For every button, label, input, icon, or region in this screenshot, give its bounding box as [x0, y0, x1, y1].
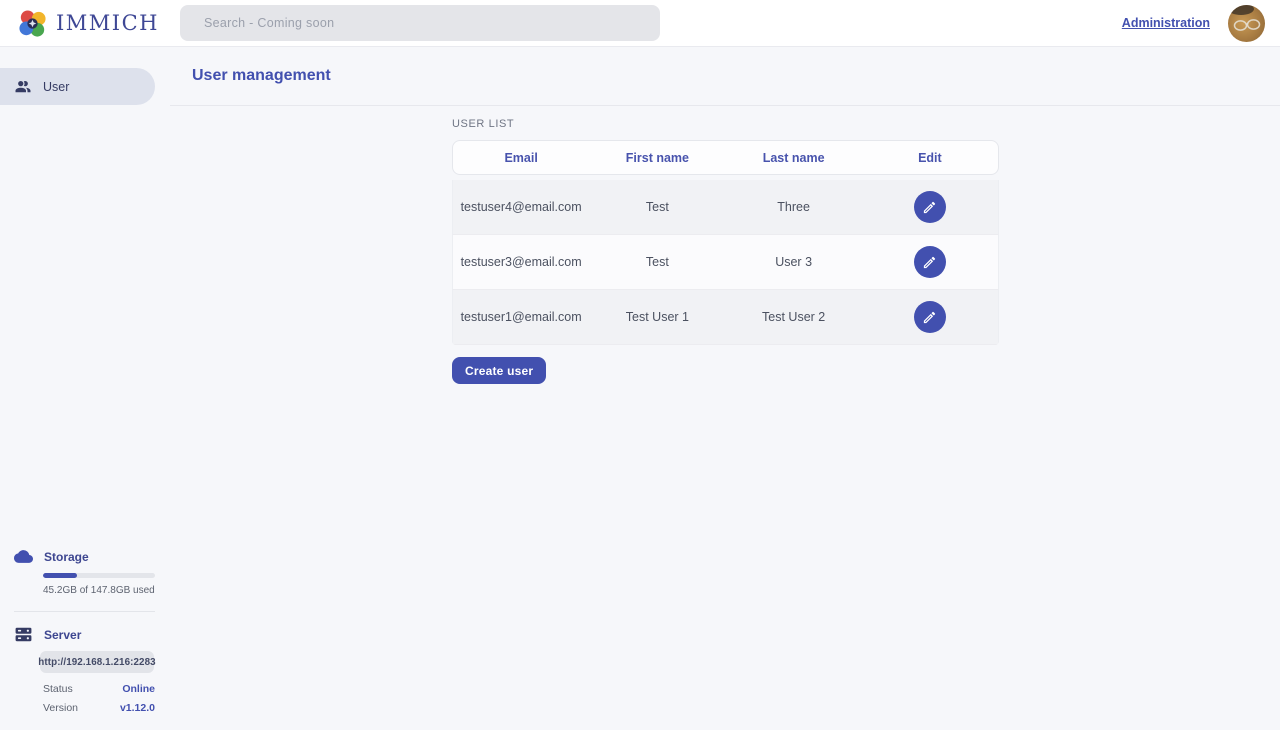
- logo-text: IMMICH: [56, 11, 159, 35]
- server-status-row: Status Online: [43, 683, 155, 695]
- section-label: USER LIST: [452, 118, 999, 130]
- pencil-icon: [922, 200, 937, 215]
- server-header: Server: [14, 625, 155, 644]
- user-last-name: Three: [726, 200, 862, 214]
- storage-panel: Storage 45.2GB of 147.8GB used: [14, 547, 155, 596]
- avatar[interactable]: [1228, 5, 1265, 42]
- server-icon: [14, 625, 33, 644]
- server-version-row: Version v1.12.0: [43, 702, 155, 714]
- title-bar: User management: [170, 47, 1280, 106]
- user-email: testuser1@email.com: [453, 310, 589, 324]
- table-row: testuser3@email.com Test User 3: [452, 235, 999, 290]
- search-input[interactable]: Search - Coming soon: [180, 5, 660, 41]
- brand: IMMICH: [0, 7, 180, 40]
- user-last-name: Test User 2: [726, 310, 862, 324]
- column-header-last-name: Last name: [726, 151, 862, 165]
- immich-admin-page: IMMICH Search - Coming soon Administrati…: [0, 0, 1280, 730]
- column-header-edit: Edit: [862, 151, 998, 165]
- main-content: User management USER LIST Email First na…: [170, 47, 1280, 730]
- server-title: Server: [44, 628, 81, 642]
- status-value: Online: [122, 683, 155, 695]
- storage-progress-fill: [43, 573, 77, 578]
- edit-cell: [862, 246, 998, 278]
- storage-header: Storage: [14, 547, 155, 566]
- server-panel: Server http://192.168.1.216:2283 Status …: [14, 625, 155, 714]
- sidebar-bottom: Storage 45.2GB of 147.8GB used: [0, 547, 170, 730]
- edit-cell: [862, 301, 998, 333]
- storage-progress-bar: [43, 573, 155, 578]
- pencil-icon: [922, 255, 937, 270]
- column-header-first-name: First name: [589, 151, 725, 165]
- edit-user-button[interactable]: [914, 191, 946, 223]
- table-body: testuser4@email.com Test Three: [452, 180, 999, 345]
- user-first-name: Test User 1: [589, 310, 725, 324]
- table-header: Email First name Last name Edit: [452, 140, 999, 175]
- sidebar-item-label: User: [43, 80, 69, 94]
- cloud-icon: [14, 547, 33, 566]
- edit-user-button[interactable]: [914, 301, 946, 333]
- user-last-name: User 3: [726, 255, 862, 269]
- user-email: testuser4@email.com: [453, 200, 589, 214]
- immich-logo-icon: [16, 7, 49, 40]
- users-icon: [14, 78, 32, 96]
- sidebar-nav: User: [0, 68, 170, 105]
- administration-link[interactable]: Administration: [1122, 16, 1210, 30]
- search-placeholder: Search - Coming soon: [204, 16, 334, 30]
- page-title: User management: [192, 67, 331, 85]
- sidebar-divider: [14, 611, 155, 612]
- user-first-name: Test: [589, 255, 725, 269]
- user-first-name: Test: [589, 200, 725, 214]
- page-body: User Storage: [0, 47, 1280, 730]
- top-bar: IMMICH Search - Coming soon Administrati…: [0, 0, 1280, 47]
- storage-title: Storage: [44, 550, 89, 564]
- version-label: Version: [43, 702, 78, 714]
- edit-user-button[interactable]: [914, 246, 946, 278]
- pencil-icon: [922, 310, 937, 325]
- table-row: testuser4@email.com Test Three: [452, 180, 999, 235]
- table-row: testuser1@email.com Test User 1 Test Use…: [452, 290, 999, 345]
- create-user-button[interactable]: Create user: [452, 357, 546, 384]
- column-header-email: Email: [453, 151, 589, 165]
- storage-usage-text: 45.2GB of 147.8GB used: [43, 585, 155, 596]
- user-table: Email First name Last name Edit testuser…: [452, 140, 999, 345]
- edit-cell: [862, 191, 998, 223]
- sidebar-spacer: [0, 105, 170, 547]
- server-url: http://192.168.1.216:2283: [40, 651, 154, 673]
- user-list-section: USER LIST Email First name Last name Edi…: [452, 118, 999, 384]
- version-value: v1.12.0: [120, 702, 155, 714]
- sidebar-item-user[interactable]: User: [0, 68, 155, 105]
- sidebar: User Storage: [0, 47, 170, 730]
- status-label: Status: [43, 683, 73, 695]
- user-email: testuser3@email.com: [453, 255, 589, 269]
- glasses-avatar-image: [1228, 5, 1265, 42]
